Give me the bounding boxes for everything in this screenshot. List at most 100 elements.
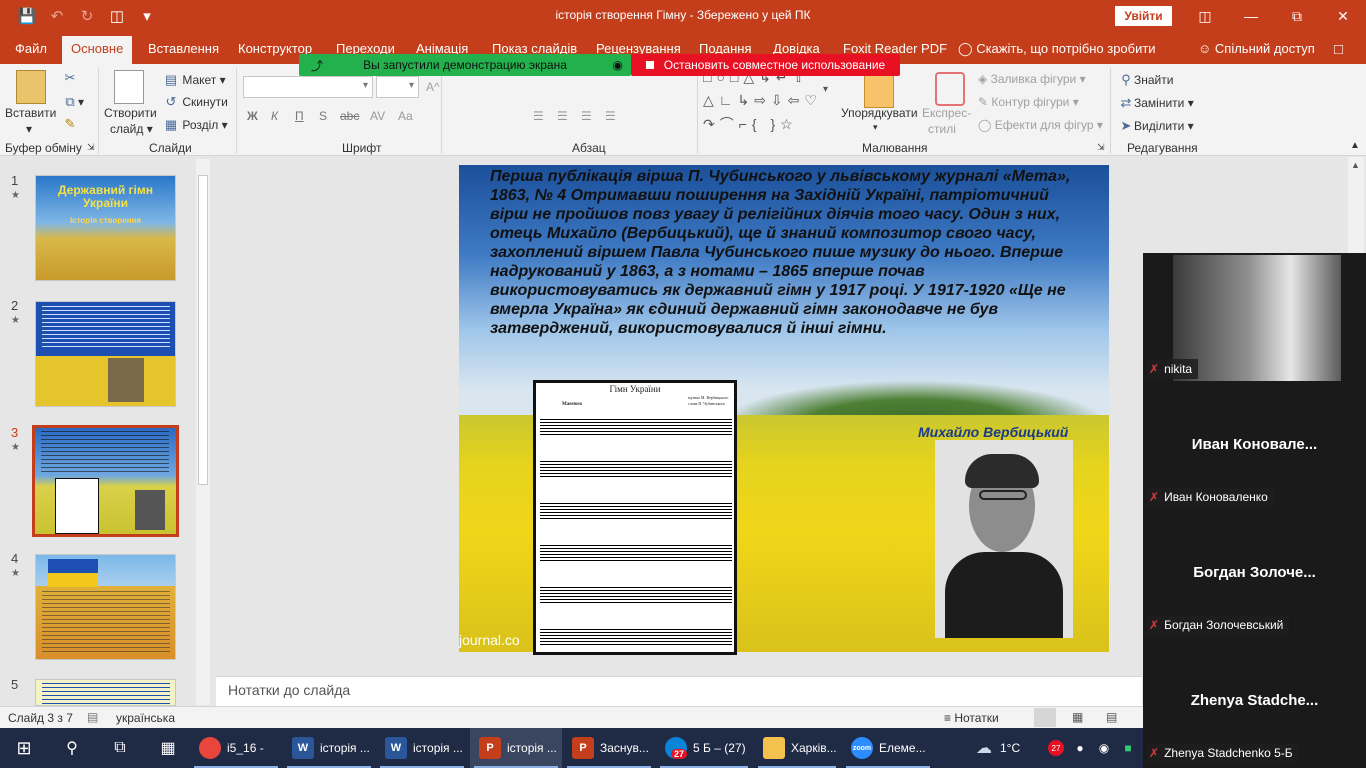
customize-qat-icon[interactable]: ▾: [132, 0, 162, 32]
cut-icon[interactable]: ✂: [62, 70, 78, 86]
redo-icon[interactable]: ↻: [72, 0, 102, 32]
grow-font-icon[interactable]: A^: [426, 80, 440, 94]
notes-pane[interactable]: Нотатки до слайда: [216, 676, 1142, 706]
slide-thumbnail-4[interactable]: [35, 554, 176, 660]
drawing-launcher-icon[interactable]: ⇲: [1097, 142, 1105, 153]
minimize-button[interactable]: —: [1228, 0, 1274, 32]
undo-icon[interactable]: ↶: [42, 0, 72, 32]
change-case-icon[interactable]: Aa: [398, 109, 413, 123]
font-size-combo[interactable]: ▾: [376, 76, 419, 98]
reset-button[interactable]: ↺ Скинути: [163, 94, 228, 110]
task-view-icon[interactable]: ⧉: [98, 728, 142, 768]
close-button[interactable]: ✕: [1320, 0, 1366, 32]
slide-sorter-icon[interactable]: ▦: [1072, 710, 1083, 724]
align-left-icon[interactable]: ☰: [533, 109, 544, 123]
taskbar-explorer[interactable]: Харків...: [754, 728, 840, 768]
thumbnails-scroll-thumb[interactable]: [198, 175, 208, 485]
slide-thumbnail-3[interactable]: [32, 425, 179, 537]
layout-button[interactable]: ▤ Макет ▾: [163, 72, 226, 88]
tab-file[interactable]: Файл: [15, 41, 47, 56]
windows-start-icon[interactable]: ⊞: [0, 728, 48, 768]
ribbon-display-options-icon[interactable]: ◫: [1182, 0, 1228, 32]
participant-tile[interactable]: ✗ nikita: [1143, 253, 1366, 381]
clipboard-launcher-icon[interactable]: ⇲: [87, 142, 95, 153]
paste-icon[interactable]: [16, 70, 46, 104]
align-right-icon[interactable]: ☰: [581, 109, 592, 123]
paste-button[interactable]: Вставити: [5, 106, 56, 120]
taskbar-chrome[interactable]: i5_16 -: [190, 728, 282, 768]
copy-icon[interactable]: ⧉ ▾: [62, 94, 84, 110]
participant-tile[interactable]: Богдан Золоче... ✗ Богдан Золочевський: [1143, 509, 1366, 637]
spelling-icon[interactable]: ▤: [87, 710, 98, 724]
taskbar-word-2[interactable]: Wісторія ...: [376, 728, 468, 768]
search-icon[interactable]: ⚲: [50, 728, 94, 768]
select-button[interactable]: ➤ Виділити ▾: [1118, 118, 1194, 134]
slide-thumbnail-2[interactable]: [35, 301, 176, 407]
share-button[interactable]: ☺ Спільний доступ: [1198, 41, 1315, 56]
paste-dropdown-icon[interactable]: ▾: [26, 122, 32, 136]
tell-me-search[interactable]: ◯ Скажіть, що потрібно зробити: [958, 41, 1156, 57]
arrange-button[interactable]: Упорядкувати: [841, 106, 918, 120]
underline-button[interactable]: П: [295, 109, 304, 123]
align-center-icon[interactable]: ☰: [557, 109, 568, 123]
sign-in-button[interactable]: Увійти: [1115, 6, 1172, 26]
shapes-more-icon[interactable]: ▾: [823, 84, 828, 95]
present-from-start-icon[interactable]: ◫: [102, 0, 132, 32]
format-painter-icon[interactable]: ✎: [62, 116, 78, 132]
tray-app-icon[interactable]: ◉: [1094, 728, 1114, 768]
new-slide-button[interactable]: Створити: [104, 106, 157, 120]
collapse-ribbon-icon[interactable]: ▲: [1350, 140, 1360, 151]
new-slide-icon[interactable]: [114, 70, 144, 104]
taskbar-telegram[interactable]: 27 5 Б – (27): [656, 728, 752, 768]
arrange-icon[interactable]: [864, 74, 894, 108]
stop-share-button[interactable]: Остановить совместное использование: [631, 54, 900, 76]
char-spacing-icon[interactable]: AV: [370, 109, 385, 123]
justify-icon[interactable]: ☰: [605, 109, 616, 123]
shadow-button[interactable]: S: [319, 109, 327, 123]
comments-icon[interactable]: □: [1334, 41, 1343, 58]
section-button[interactable]: ▦ Розділ ▾: [163, 117, 228, 133]
bold-button[interactable]: Ж: [247, 109, 258, 123]
tab-insert[interactable]: Вставлення: [148, 41, 219, 56]
thumbnails-scrollbar[interactable]: [196, 159, 210, 705]
slide-body-text[interactable]: Перша публікація вірша П. Чубинського у …: [490, 167, 1082, 338]
quick-styles-button[interactable]: Експрес-: [922, 106, 971, 120]
shapes-gallery-row3[interactable]: ↷⌒⌐{ }☆: [703, 114, 798, 134]
taskbar-zoom[interactable]: zoom Елеме...: [842, 728, 934, 768]
tray-share-icon[interactable]: ■: [1118, 728, 1138, 768]
shape-outline-button[interactable]: ✎ Контур фігури ▾: [978, 95, 1079, 109]
find-button[interactable]: ⚲ Знайти: [1118, 72, 1173, 88]
taskbar-powerpoint-2[interactable]: P Заснув...: [563, 728, 655, 768]
save-icon[interactable]: 💾: [12, 0, 42, 32]
font-name-combo[interactable]: ▾: [243, 76, 373, 98]
italic-button[interactable]: К: [271, 109, 278, 123]
shapes-gallery-row2[interactable]: △∟↳⇨⇩⇦♡: [703, 92, 822, 109]
normal-view-icon[interactable]: [1034, 708, 1056, 727]
shape-fill-button[interactable]: ◈ Заливка фігури ▾: [978, 72, 1086, 86]
notification-badge[interactable]: 27: [1046, 728, 1066, 768]
microphone-icon[interactable]: ●: [1070, 728, 1090, 768]
scroll-up-icon[interactable]: ▲: [1351, 160, 1360, 170]
shape-effects-button[interactable]: ◯ Ефекти для фігур ▾: [978, 118, 1103, 132]
notes-toggle-button[interactable]: ≡ Нотатки: [944, 711, 999, 725]
quick-styles-icon[interactable]: [935, 72, 965, 106]
tab-home[interactable]: Основне: [62, 36, 133, 64]
new-slide-dropdown[interactable]: слайд ▾: [110, 122, 153, 136]
weather-cloud-icon[interactable]: ☁: [966, 728, 1002, 768]
taskbar-word-1[interactable]: Wісторія ...: [283, 728, 375, 768]
participant-tile[interactable]: Zhenya Stadche... ✗ Zhenya Stadchenko 5-Б: [1143, 637, 1366, 765]
calculator-icon[interactable]: ▦: [148, 728, 188, 768]
taskbar-powerpoint-active[interactable]: Pісторія ...: [470, 728, 562, 768]
participant-tile[interactable]: Иван Коновале... ✗ Иван Коноваленко: [1143, 381, 1366, 509]
reading-view-icon[interactable]: ▤: [1106, 710, 1117, 724]
language-indicator[interactable]: українська: [116, 711, 175, 725]
temperature-label[interactable]: 1°C: [1000, 728, 1030, 768]
slide-thumbnail-1[interactable]: Державний гімн України Історія створення: [35, 175, 176, 281]
arrange-dropdown-icon[interactable]: ▾: [873, 122, 878, 133]
replace-button[interactable]: ⇄ Замінити ▾: [1118, 95, 1194, 111]
slide-thumbnail-5[interactable]: [35, 679, 176, 706]
clipboard-group-label: Буфер обміну: [5, 141, 82, 155]
strikethrough-icon[interactable]: abc: [340, 109, 359, 123]
restore-button[interactable]: ⧉: [1274, 0, 1320, 32]
editor-scrollbar[interactable]: ▲: [1348, 157, 1364, 253]
